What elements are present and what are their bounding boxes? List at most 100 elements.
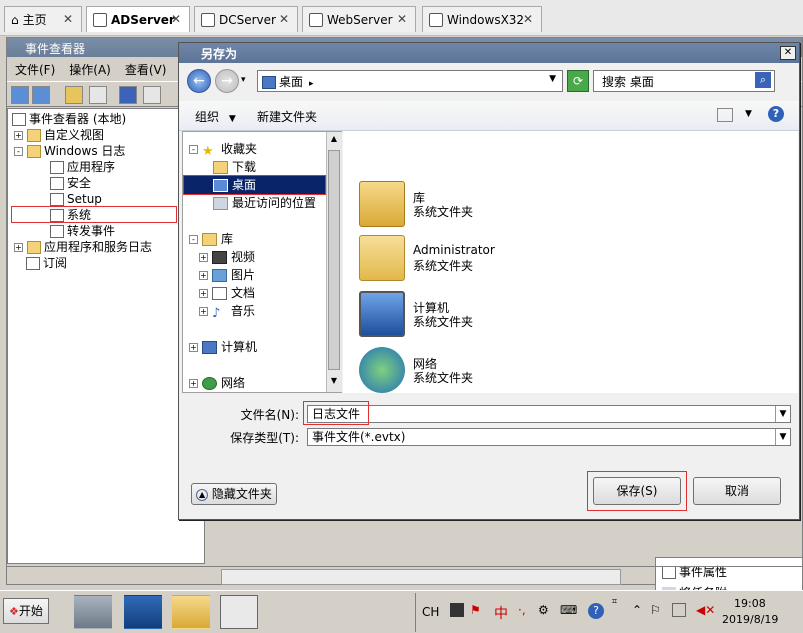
tree-item[interactable]: 订阅 — [26, 255, 67, 271]
new-folder-button[interactable]: 新建文件夹 — [257, 108, 317, 125]
address-bar[interactable]: 桌面 ▸ ▼ — [257, 70, 563, 92]
tree-item[interactable]: 事件查看器 (本地) — [12, 111, 126, 127]
search-input[interactable]: 搜索 桌面 ⌕ — [593, 70, 775, 92]
expand-icon[interactable]: + — [199, 253, 208, 262]
save-button[interactable]: 保存(S) — [593, 477, 681, 505]
view-options-icon[interactable] — [717, 108, 733, 122]
tab-windowsx32[interactable]: WindowsX32 ✕ — [422, 6, 542, 32]
nav-libraries[interactable]: -库 — [189, 230, 233, 248]
forward-icon[interactable] — [32, 86, 50, 104]
nav-favorites[interactable]: - ★ 收藏夹 — [189, 140, 257, 159]
menu-action[interactable]: 操作(A) — [69, 61, 111, 77]
filename-field[interactable]: 日志文件 ▼ — [307, 405, 791, 423]
hide-folders-button[interactable]: ▲ 隐藏文件夹 — [191, 483, 277, 505]
help-icon[interactable]: ? — [588, 603, 604, 619]
scroll-thumb[interactable] — [328, 150, 340, 370]
volume-muted-icon[interactable]: ◀✕ — [696, 603, 715, 617]
expand-icon[interactable]: + — [14, 131, 23, 140]
ime-options-icon[interactable]: ⌗ — [612, 597, 617, 607]
keyboard-icon[interactable] — [450, 603, 464, 617]
list-item[interactable]: 网络 系统文件夹 — [359, 347, 559, 397]
back-icon[interactable] — [11, 86, 29, 104]
chevron-down-icon[interactable]: ▼ — [775, 429, 790, 445]
forward-button[interactable]: → — [215, 69, 239, 93]
close-icon[interactable]: ✕ — [397, 12, 407, 26]
start-button[interactable]: ❖开始 — [3, 598, 49, 624]
tab-home[interactable]: ⌂ 主页 ✕ — [4, 6, 82, 32]
ime-mode-indicator[interactable]: 中 — [494, 603, 508, 623]
settings-icon[interactable]: ⚙ — [538, 603, 549, 617]
expand-icon[interactable]: + — [199, 289, 208, 298]
expand-icon[interactable]: + — [199, 271, 208, 280]
nav-network[interactable]: + 网络 — [189, 374, 245, 392]
menu-file[interactable]: 文件(F) — [15, 61, 55, 77]
nav-pictures[interactable]: + 图片 — [199, 266, 255, 284]
collapse-icon[interactable]: - — [14, 147, 23, 156]
nav-computer[interactable]: + 计算机 — [189, 338, 257, 356]
tree-item[interactable]: 转发事件 — [50, 223, 115, 239]
search-icon[interactable]: ⌕ — [755, 72, 771, 88]
up-folder-icon[interactable] — [65, 86, 83, 104]
vertical-scrollbar[interactable]: ▲ ▼ — [326, 132, 342, 392]
help-icon[interactable]: ? — [768, 106, 784, 122]
tree-item[interactable]: 安全 — [50, 175, 91, 191]
soft-keyboard-icon[interactable]: ⌨ — [560, 603, 577, 617]
expand-icon[interactable]: + — [14, 243, 23, 252]
tab-dcserver[interactable]: DCServer ✕ — [194, 6, 298, 32]
system-tray: CH ⚑ 中 ·, ⚙ ⌨ ? ⌗ ⌃ ⚐ ◀✕ 19:08 2019/8/19 — [415, 593, 803, 632]
nav-videos[interactable]: + 视频 — [199, 248, 255, 266]
close-icon[interactable]: ✕ — [171, 12, 181, 26]
tree-item[interactable]: + 自定义视图 — [14, 127, 104, 143]
explorer-icon[interactable] — [172, 595, 210, 629]
back-button[interactable]: ← — [187, 69, 211, 93]
expand-icon[interactable]: + — [189, 343, 198, 352]
nav-documents[interactable]: + 文档 — [199, 284, 255, 302]
chevron-down-icon[interactable]: ▼ — [775, 406, 790, 422]
chevron-down-icon[interactable]: ▸ — [309, 79, 314, 89]
nav-music[interactable]: + ♪ 音乐 — [199, 302, 255, 321]
event-viewer-taskbar-icon[interactable] — [220, 595, 258, 629]
filetype-select[interactable]: 事件文件(*.evtx) ▼ — [307, 428, 791, 446]
close-button[interactable]: ✕ — [780, 46, 796, 60]
tree-item[interactable]: Setup — [50, 191, 102, 207]
tab-adserver[interactable]: ADServer ✕ — [86, 6, 190, 32]
refresh-button[interactable]: ⟳ — [567, 70, 589, 92]
tab-webserver[interactable]: WebServer ✕ — [302, 6, 416, 32]
list-item[interactable]: Administrator 系统文件夹 — [359, 235, 559, 285]
flag-icon[interactable]: ⚐ — [650, 603, 661, 617]
tree-item[interactable]: + 应用程序和服务日志 — [14, 239, 152, 255]
action-pane-icon[interactable] — [143, 86, 161, 104]
network-status-icon[interactable] — [672, 603, 686, 617]
show-hidden-icons[interactable]: ⌃ — [632, 603, 642, 617]
list-item[interactable]: 计算机 系统文件夹 — [359, 291, 559, 341]
list-item[interactable]: 库 系统文件夹 — [359, 181, 559, 231]
collapse-icon[interactable]: - — [189, 235, 198, 244]
menu-view[interactable]: 查看(V) — [125, 61, 167, 77]
cancel-button[interactable]: 取消 — [693, 477, 781, 505]
nav-downloads[interactable]: 下载 — [213, 158, 256, 176]
punctuation-icon[interactable]: ·, — [518, 603, 526, 617]
recent-pages-dropdown-icon[interactable]: ▾ — [241, 75, 246, 85]
powershell-icon[interactable] — [124, 595, 162, 629]
close-icon[interactable]: ✕ — [523, 12, 533, 26]
nav-recent[interactable]: 最近访问的位置 — [213, 194, 316, 212]
close-icon[interactable]: ✕ — [279, 12, 289, 26]
organize-button[interactable]: 组织 ▼ — [195, 108, 236, 125]
help-icon[interactable] — [119, 86, 137, 104]
expand-icon[interactable]: + — [189, 379, 198, 388]
clock-time[interactable]: 19:08 — [734, 597, 766, 610]
chevron-down-icon[interactable]: ▼ — [549, 74, 556, 84]
show-hide-icon[interactable] — [89, 86, 107, 104]
clock-date[interactable]: 2019/8/19 — [722, 613, 778, 626]
tree-item[interactable]: - Windows 日志 — [14, 143, 125, 159]
collapse-icon[interactable]: - — [189, 145, 198, 154]
expand-icon[interactable]: + — [199, 307, 208, 316]
scroll-down-icon[interactable]: ▼ — [328, 376, 340, 388]
chevron-down-icon[interactable]: ▼ — [745, 109, 752, 119]
tree-item[interactable]: 应用程序 — [50, 159, 115, 175]
close-icon[interactable]: ✕ — [63, 12, 73, 26]
scroll-up-icon[interactable]: ▲ — [328, 134, 340, 146]
input-method-icon[interactable]: ⚑ — [470, 603, 481, 617]
server-manager-icon[interactable] — [74, 595, 112, 629]
language-indicator[interactable]: CH — [422, 605, 439, 619]
